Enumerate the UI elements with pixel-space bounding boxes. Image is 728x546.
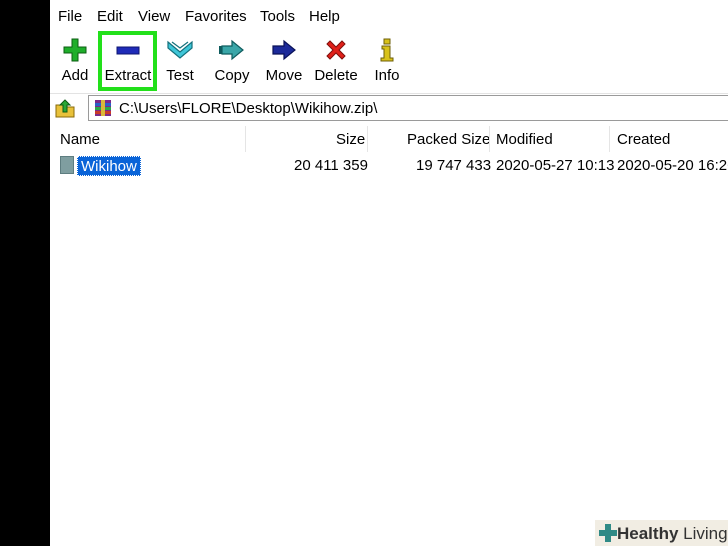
move-label: Move <box>265 67 303 84</box>
healthy-living-watermark: Healthy Living <box>595 520 728 546</box>
column-modified[interactable]: Modified <box>496 131 553 149</box>
column-name[interactable]: Name <box>60 131 100 149</box>
menu-edit[interactable]: Edit <box>97 8 123 26</box>
info-icon <box>370 38 404 62</box>
column-separator[interactable] <box>609 126 610 152</box>
menu-bar: File Edit View Favorites Tools Help <box>50 0 728 30</box>
copy-button[interactable]: Copy <box>210 30 254 90</box>
up-folder-icon <box>55 99 75 118</box>
column-separator[interactable] <box>245 126 246 152</box>
move-button[interactable]: Move <box>262 30 306 90</box>
copy-label: Copy <box>214 67 250 84</box>
watermark-text: Healthy Living <box>617 524 728 543</box>
column-size[interactable]: Size <box>336 131 365 149</box>
info-label: Info <box>374 67 400 84</box>
column-created[interactable]: Created <box>617 131 670 149</box>
menu-tools[interactable]: Tools <box>260 8 295 26</box>
add-button[interactable]: Add <box>54 30 96 90</box>
test-button[interactable]: Test <box>160 30 200 90</box>
file-size: 20 411 359 <box>294 157 368 174</box>
left-black-bar <box>0 0 50 546</box>
plus-icon <box>54 38 96 62</box>
archive-icon <box>95 100 111 116</box>
archive-window: File Edit View Favorites Tools Help Add … <box>50 0 728 546</box>
menu-view[interactable]: View <box>138 8 170 26</box>
column-separator[interactable] <box>367 126 368 152</box>
file-name-selected[interactable]: Wikihow <box>77 156 141 176</box>
folder-icon <box>60 156 74 174</box>
column-separator[interactable] <box>489 126 490 152</box>
menu-help[interactable]: Help <box>309 8 340 26</box>
table-row[interactable]: Wikihow 20 411 359 19 747 433 2020-05-27… <box>50 153 728 177</box>
menu-favorites[interactable]: Favorites <box>185 8 247 26</box>
file-modified: 2020-05-27 10:13 <box>496 157 615 174</box>
copy-arrow-icon <box>210 38 254 62</box>
file-list-header: Name Size Packed Size Modified Created <box>50 125 728 153</box>
add-label: Add <box>61 67 89 84</box>
delete-label: Delete <box>314 67 358 84</box>
extract-highlight-box <box>98 31 157 91</box>
red-x-icon <box>314 38 358 62</box>
delete-button[interactable]: Delete <box>314 30 358 90</box>
double-check-icon <box>160 38 200 62</box>
menu-file[interactable]: File <box>58 8 82 26</box>
up-folder-button[interactable] <box>54 97 76 119</box>
address-path-field[interactable]: C:\Users\FLORE\Desktop\Wikihow.zip\ <box>88 95 728 121</box>
address-path-text: C:\Users\FLORE\Desktop\Wikihow.zip\ <box>119 100 378 117</box>
file-created: 2020-05-20 16:26 <box>617 157 728 174</box>
info-button[interactable]: Info <box>370 30 404 90</box>
file-packed-size: 19 747 433 <box>416 157 492 174</box>
cross-logo-icon <box>599 524 617 542</box>
column-packed-size[interactable]: Packed Size <box>407 131 490 149</box>
test-label: Test <box>166 67 194 84</box>
move-arrow-icon <box>262 38 306 62</box>
address-bar: C:\Users\FLORE\Desktop\Wikihow.zip\ <box>50 93 728 123</box>
